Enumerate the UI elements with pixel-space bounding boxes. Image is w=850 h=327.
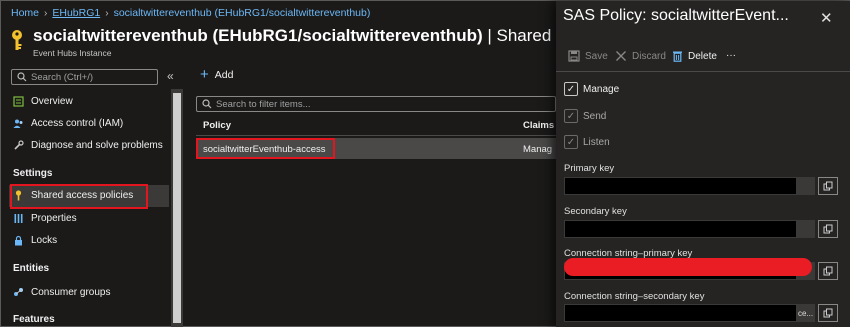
- discard-label: Discard: [632, 50, 666, 62]
- copy-icon: [823, 224, 833, 234]
- chevron-right-icon: ›: [44, 7, 48, 19]
- properties-icon: [13, 213, 24, 224]
- save-button[interactable]: Save: [568, 50, 608, 62]
- overview-icon: [13, 95, 24, 107]
- sidebar-search-input[interactable]: Search (Ctrl+/): [11, 69, 158, 85]
- manage-checkbox[interactable]: ✓: [564, 82, 578, 96]
- trash-icon: [673, 51, 682, 62]
- listen-label: Listen: [583, 137, 610, 148]
- sidebar-item-consumer-groups[interactable]: Consumer groups: [13, 282, 110, 302]
- close-icon[interactable]: ✕: [820, 9, 833, 27]
- page-header: socialtwittereventhub (EHubRG1/socialtwi…: [9, 25, 592, 58]
- sidebar-scrollbar-thumb[interactable]: [173, 93, 181, 323]
- connection-string-secondary-label: Connection string–secondary key: [564, 291, 705, 302]
- send-checkbox[interactable]: ✓: [564, 109, 578, 123]
- sidebar-item-label: Locks: [31, 234, 58, 246]
- highlight-box-row: [196, 138, 335, 159]
- connection-string-secondary-field[interactable]: [564, 304, 797, 322]
- breadcrumb-current[interactable]: socialtwittereventhub (EHubRG1/socialtwi…: [114, 7, 371, 19]
- primary-key-label: Primary key: [564, 163, 615, 174]
- filter-placeholder: Search to filter items...: [216, 98, 311, 110]
- connection-string-secondary-field-end: ce...: [797, 304, 815, 322]
- secondary-key-label: Secondary key: [564, 206, 627, 217]
- section-features: Features: [13, 314, 55, 325]
- breadcrumb: Home › EHubRG1 › socialtwittereventhub (…: [11, 7, 370, 19]
- secondary-key-field[interactable]: [564, 220, 797, 238]
- send-label: Send: [583, 111, 607, 122]
- save-label: Save: [585, 50, 608, 62]
- copy-icon: [823, 308, 833, 318]
- claims-cell: Manag: [523, 144, 553, 155]
- sidebar-item-properties[interactable]: Properties: [13, 208, 77, 228]
- delete-label: Delete: [688, 50, 717, 62]
- checkmark-icon: ✓: [564, 109, 578, 123]
- chevron-right-icon: ›: [105, 7, 109, 19]
- column-header-policy[interactable]: Policy: [203, 120, 231, 131]
- sidebar-item-diagnose[interactable]: Diagnose and solve problems: [13, 135, 163, 155]
- page-title-text: socialtwittereventhub (EHubRG1/socialtwi…: [33, 26, 483, 45]
- search-icon: [202, 99, 212, 109]
- plus-icon: +: [200, 66, 209, 83]
- discard-icon: [616, 51, 626, 61]
- copy-icon: [823, 181, 833, 191]
- copy-primary-key-button[interactable]: [818, 177, 838, 195]
- copy-icon: [823, 266, 833, 276]
- sidebar-item-overview[interactable]: Overview: [13, 91, 73, 111]
- add-label: Add: [214, 69, 234, 81]
- delete-button[interactable]: Delete: [672, 50, 717, 62]
- sidebar-item-label: Diagnose and solve problems: [31, 139, 163, 151]
- redaction-mark: [564, 258, 812, 276]
- sidebar-item-locks[interactable]: Locks: [13, 230, 57, 250]
- lock-icon: [13, 235, 24, 246]
- sidebar-search-placeholder: Search (Ctrl+/): [31, 71, 94, 83]
- sidebar-item-label: Consumer groups: [31, 286, 111, 298]
- column-header-claims[interactable]: Claims: [523, 120, 554, 131]
- section-settings: Settings: [13, 168, 53, 179]
- section-entities: Entities: [13, 263, 50, 274]
- sidebar-item-iam[interactable]: Access control (IAM): [13, 113, 123, 133]
- sidebar-item-label: Access control (IAM): [31, 117, 124, 129]
- people-icon: [13, 118, 24, 129]
- sidebar-item-label: Properties: [31, 212, 77, 224]
- portal-window: Home › EHubRG1 › socialtwittereventhub (…: [0, 0, 850, 327]
- highlight-box-nav: [10, 184, 148, 209]
- more-options-icon[interactable]: ···: [726, 50, 736, 61]
- breadcrumb-home[interactable]: Home: [11, 7, 39, 19]
- key-icon: [12, 30, 22, 50]
- page-title: socialtwittereventhub (EHubRG1/socialtwi…: [33, 25, 592, 47]
- copy-connection-string-primary-button[interactable]: [818, 262, 838, 280]
- breadcrumb-resource-group[interactable]: EHubRG1: [52, 7, 100, 19]
- collapse-sidebar-icon[interactable]: «: [167, 69, 174, 83]
- wrench-icon: [13, 139, 24, 151]
- toolbar-divider: [556, 71, 850, 72]
- primary-key-field-end: [797, 177, 815, 195]
- discard-button[interactable]: Discard: [615, 50, 666, 62]
- search-icon: [17, 72, 27, 82]
- listen-checkbox[interactable]: ✓: [564, 135, 578, 149]
- save-icon: [568, 50, 580, 62]
- sidebar-item-label: Overview: [31, 95, 73, 107]
- panel-title: SAS Policy: socialtwitterEvent...: [563, 7, 789, 24]
- table-header-divider: [196, 135, 556, 136]
- checkmark-icon: ✓: [564, 82, 578, 96]
- page-subtitle: Event Hubs Instance: [33, 48, 112, 58]
- filter-input[interactable]: Search to filter items...: [196, 96, 556, 112]
- manage-label: Manage: [583, 84, 620, 95]
- copy-connection-string-secondary-button[interactable]: [818, 304, 838, 322]
- copy-secondary-key-button[interactable]: [818, 220, 838, 238]
- consumer-groups-icon: [13, 287, 24, 298]
- secondary-key-field-end: [797, 220, 815, 238]
- primary-key-field[interactable]: [564, 177, 797, 195]
- add-policy-button[interactable]: + Add: [200, 66, 234, 83]
- checkmark-icon: ✓: [564, 135, 578, 149]
